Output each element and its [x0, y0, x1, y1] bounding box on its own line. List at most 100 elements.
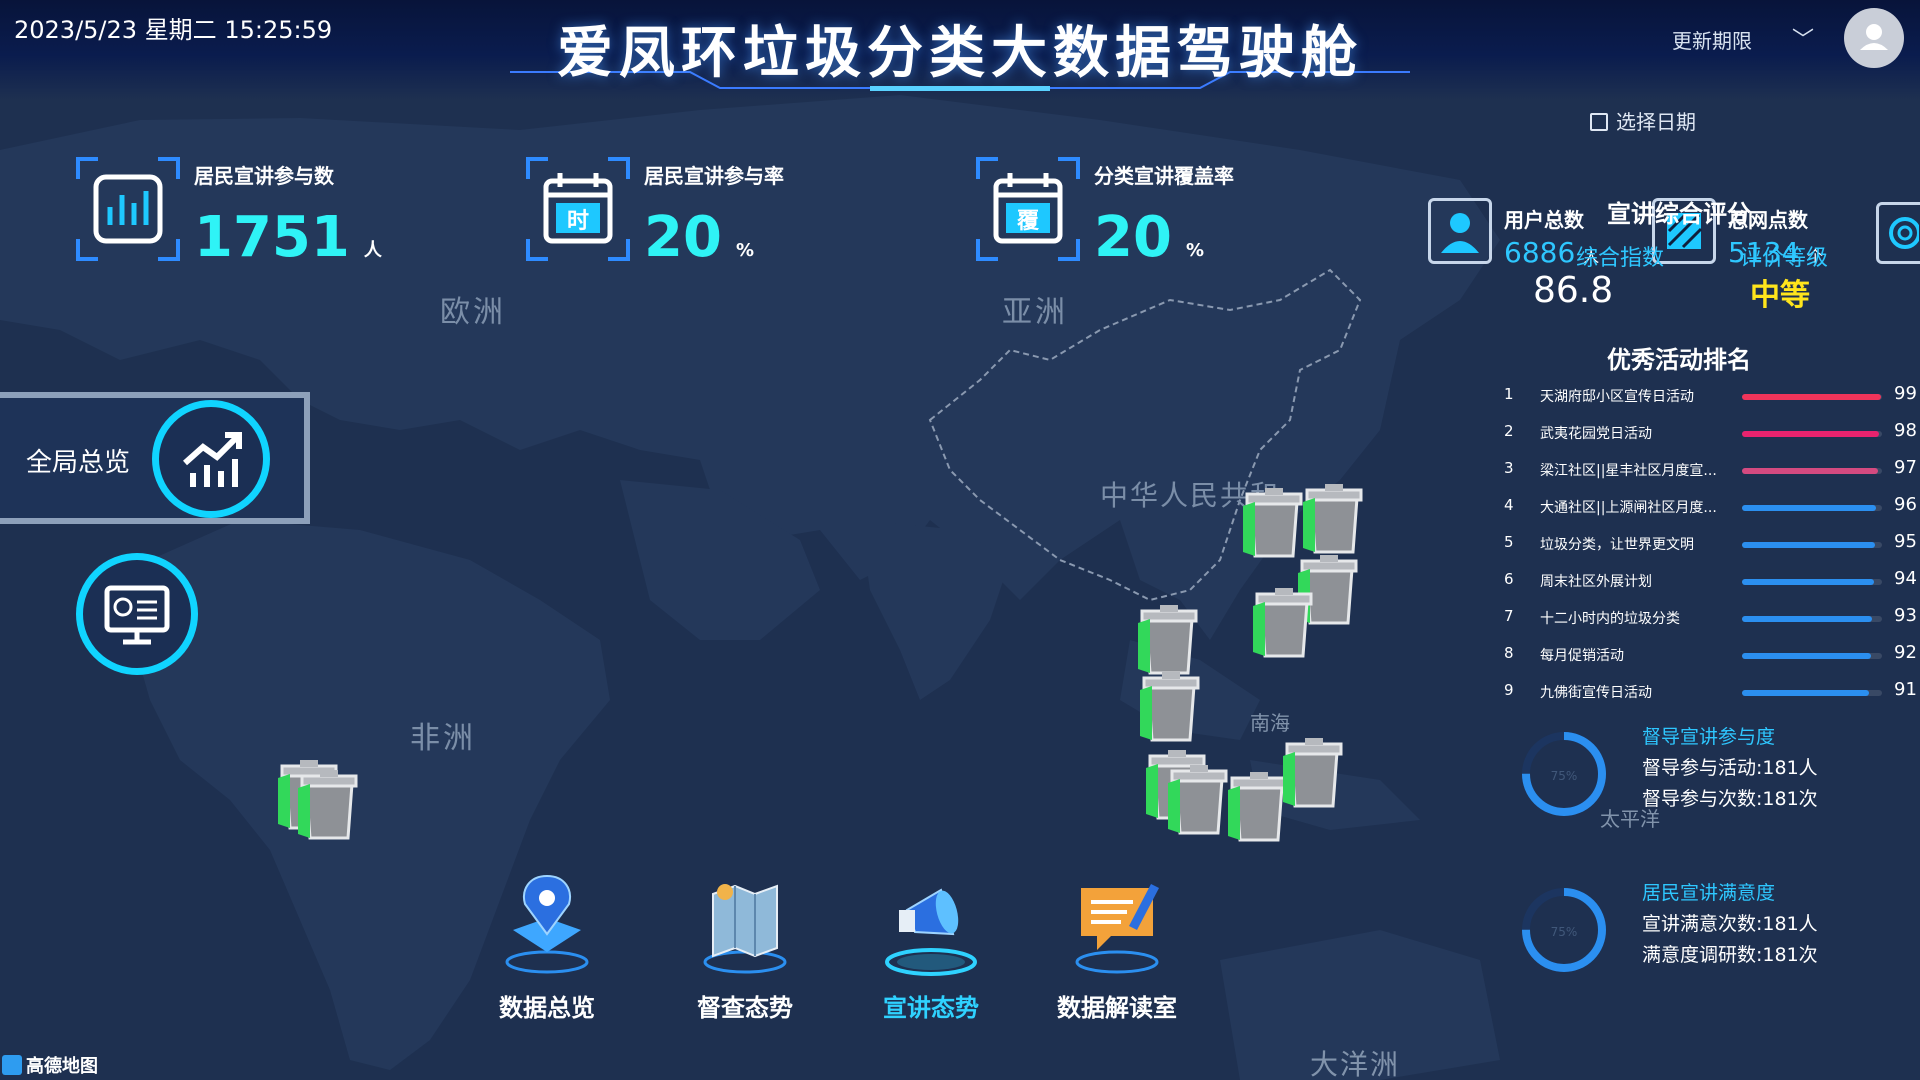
- ranking-bar-fill: [1742, 542, 1875, 548]
- ranking-bar-track: [1742, 394, 1882, 400]
- avatar[interactable]: [1844, 8, 1904, 68]
- ranking-bar-fill: [1742, 579, 1874, 585]
- supervision-participation-panel: 75% 督导宣讲参与度 督导参与活动:181人 督导参与次数:181次: [1520, 722, 1920, 832]
- nav-data-interpretation[interactable]: 数据解读室: [1032, 860, 1202, 1030]
- calendar-icon: [1590, 113, 1608, 131]
- ranking-bar-fill: [1742, 653, 1871, 659]
- ranking-number: 7: [1504, 607, 1514, 625]
- ranking-bar-fill: [1742, 394, 1881, 400]
- nav-label: 数据总览: [499, 994, 595, 1022]
- ranking-bar-fill: [1742, 690, 1870, 696]
- ranking-number: 6: [1504, 570, 1514, 588]
- stat-partial-card: [1876, 202, 1920, 264]
- ranking-bar-track: [1742, 468, 1882, 474]
- nav-publicity-status[interactable]: 宣讲态势: [846, 860, 1016, 1030]
- nav-label: 宣讲态势: [883, 994, 979, 1022]
- score-title: 宣讲综合评分: [1607, 200, 1751, 228]
- ranking-number: 8: [1504, 644, 1514, 662]
- map-pin-icon: [505, 874, 589, 974]
- chevron-down-icon[interactable]: ﹀: [1792, 22, 1814, 54]
- nav-label: 督查态势: [697, 994, 793, 1022]
- monitor-screen-button[interactable]: [76, 553, 198, 675]
- global-overview-label: 全局总览: [26, 448, 131, 478]
- kpi-icon-text: 时: [566, 209, 589, 234]
- datetime-display: 2023/5/23 星期二 15:25:59: [14, 16, 333, 44]
- amap-logo-icon: [2, 1055, 22, 1075]
- ranking-bar-track: [1742, 542, 1882, 548]
- map-label-africa: 非洲: [410, 721, 476, 756]
- score-level: 中等: [1750, 278, 1810, 313]
- ranking-score: 93: [1894, 605, 1917, 626]
- ranking-number: 5: [1504, 533, 1514, 551]
- nav-inspection-status[interactable]: 督查态势: [660, 860, 830, 1030]
- map-label-europe: 欧洲: [440, 295, 506, 330]
- ranking-activity-name: 天湖府邸小区宣传日活动: [1540, 389, 1694, 405]
- target-icon: [1889, 217, 1920, 249]
- nav-label: 数据解读室: [1057, 994, 1177, 1022]
- kpi-value: 1751 人: [194, 205, 382, 270]
- ranking-score: 99: [1894, 383, 1917, 404]
- ranking-score: 98: [1894, 420, 1917, 441]
- resident-satisfaction-panel: 75% 居民宣讲满意度 宣讲满意次数:181人 满意度调研数:181次: [1520, 878, 1920, 988]
- map-document-icon: [703, 884, 787, 974]
- satisfaction-line-1: 宣讲满意次数:181人: [1642, 913, 1818, 935]
- ranking-score: 94: [1894, 568, 1917, 589]
- ranking-bar-track: [1742, 505, 1882, 511]
- nav-data-overview[interactable]: 数据总览: [462, 860, 632, 1030]
- ranking-bar-fill: [1742, 431, 1880, 437]
- ranking-activity-name: 梁江社区||星丰社区月度宣...: [1540, 463, 1717, 479]
- ranking-number: 9: [1504, 681, 1514, 699]
- global-overview-button[interactable]: 全局总览: [0, 392, 310, 524]
- ranking-score: 97: [1894, 457, 1917, 478]
- satisfaction-ring-percent: 75%: [1551, 925, 1578, 939]
- ranking-activity-name: 九佛街宣传日活动: [1540, 685, 1652, 701]
- ranking-bar-track: [1742, 690, 1882, 696]
- ranking-row[interactable]: 8 每月促销活动 92: [1500, 642, 1920, 668]
- header-bar: 2023/5/23 星期二 15:25:59 爱凤环垃圾分类大数据驾驶舱 更新期…: [0, 0, 1920, 100]
- ranking-row[interactable]: 6 周末社区外展计划 94: [1500, 568, 1920, 594]
- kpi-label: 居民宣讲参与数: [194, 164, 334, 188]
- ranking-row[interactable]: 7 十二小时内的垃圾分类 93: [1500, 605, 1920, 631]
- date-picker[interactable]: 选择日期: [1590, 106, 1696, 135]
- map-label-oceania: 大洋洲: [1310, 1048, 1400, 1080]
- ranking-score: 96: [1894, 494, 1917, 515]
- ranking-row[interactable]: 2 武夷花园党日活动 98: [1500, 420, 1920, 446]
- kpi-value: 20%: [644, 205, 754, 270]
- kpi-value: 20%: [1094, 205, 1204, 270]
- ranking-score: 95: [1894, 531, 1917, 552]
- ranking-bar-track: [1742, 579, 1882, 585]
- ranking-activity-name: 周末社区外展计划: [1540, 574, 1652, 590]
- page-title: 爱凤环垃圾分类大数据驾驶舱: [557, 21, 1363, 86]
- ranking-bar-track: [1742, 431, 1882, 437]
- ranking-bar-track: [1742, 653, 1882, 659]
- supervision-line-2: 督导参与次数:181次: [1642, 788, 1818, 810]
- ranking-row[interactable]: 3 梁江社区||星丰社区月度宣... 97: [1500, 457, 1920, 483]
- ranking-row[interactable]: 5 垃圾分类，让世界更文明 95: [1500, 531, 1920, 557]
- supervision-ring-chart: 75%: [1522, 732, 1606, 816]
- score-level-label: 评价等级: [1740, 246, 1829, 271]
- ranking-title: 优秀活动排名: [1607, 346, 1751, 374]
- ranking-score: 92: [1894, 642, 1917, 663]
- supervision-title: 督导宣讲参与度: [1642, 726, 1776, 748]
- ranking-activity-name: 大通社区||上源闸社区月度...: [1540, 500, 1717, 516]
- ranking-activity-name: 垃圾分类，让世界更文明: [1540, 537, 1694, 553]
- ranking-activity-name: 每月促销活动: [1540, 648, 1624, 664]
- trend-chart-icon: [152, 400, 270, 518]
- ranking-row[interactable]: 4 大通社区||上源闸社区月度... 96: [1500, 494, 1920, 520]
- ranking-activity-name: 十二小时内的垃圾分类: [1540, 611, 1680, 627]
- score-index-label: 综合指数: [1576, 246, 1665, 271]
- stat-label: 用户总数: [1504, 208, 1584, 232]
- map-label-china: 中华人民共和: [1100, 479, 1280, 512]
- map-label-asia: 亚洲: [1002, 295, 1068, 330]
- megaphone-icon: [885, 888, 977, 976]
- satisfaction-ring-chart: 75%: [1522, 888, 1606, 972]
- ranking-row[interactable]: 9 九佛街宣传日活动 91: [1500, 679, 1920, 705]
- ranking-row[interactable]: 1 天湖府邸小区宣传日活动 99: [1500, 383, 1920, 409]
- bar-chart-icon: [76, 157, 180, 261]
- refresh-period-select[interactable]: 更新期限: [1672, 25, 1752, 54]
- kpi-icon-text: 覆: [1016, 209, 1039, 234]
- kpi-label: 居民宣讲参与率: [644, 164, 784, 188]
- monitor-icon: [104, 585, 170, 645]
- ranking-number: 3: [1504, 459, 1514, 477]
- ranking-score: 91: [1894, 679, 1917, 700]
